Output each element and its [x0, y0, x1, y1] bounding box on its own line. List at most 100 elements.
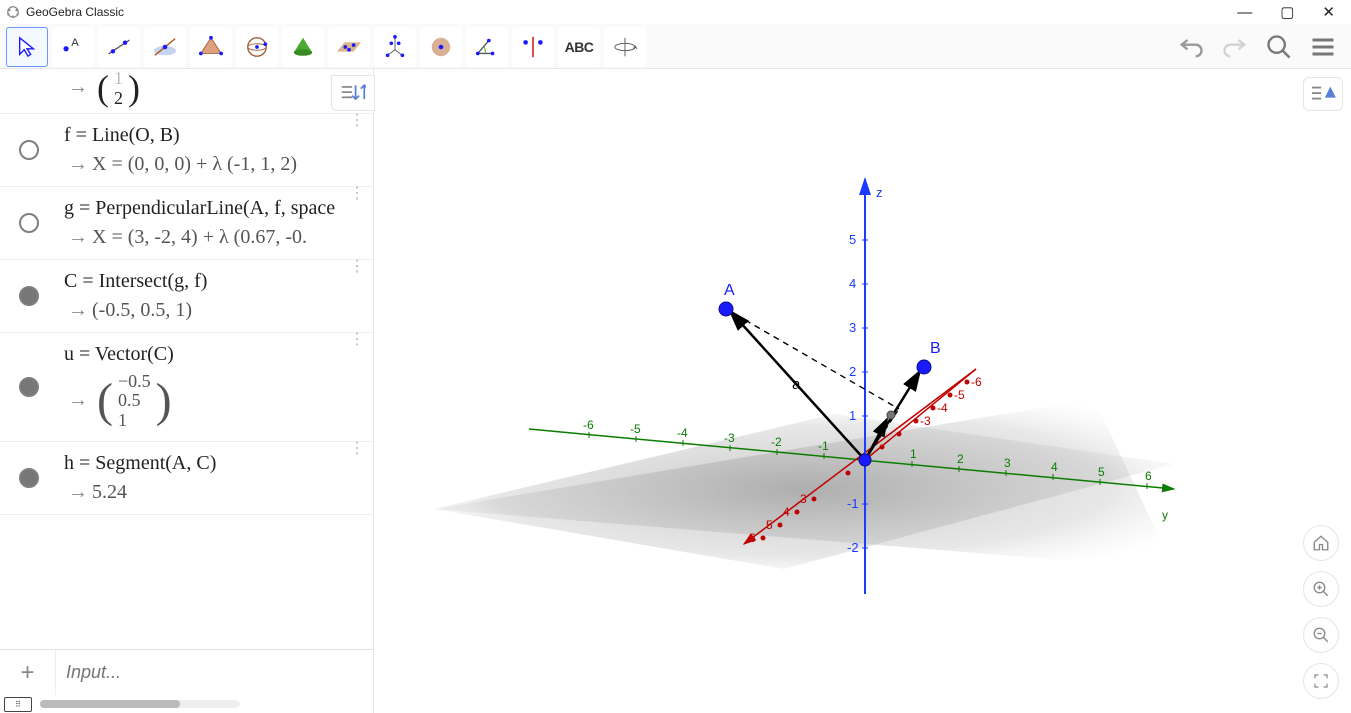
- undo-button[interactable]: [1173, 29, 1209, 65]
- vec-entry: 1: [118, 411, 151, 431]
- def-text: C = Intersect(g, f): [64, 270, 367, 293]
- view-options-button[interactable]: [1303, 77, 1343, 111]
- def-text: g = PerpendicularLine(A, f, space: [64, 197, 367, 220]
- keyboard-icon[interactable]: [4, 697, 32, 712]
- menu-button[interactable]: [1305, 29, 1341, 65]
- sphere-tool[interactable]: [236, 27, 278, 67]
- origin-point[interactable]: [859, 454, 871, 466]
- vector-label: a: [792, 376, 801, 393]
- minimize-button[interactable]: —: [1237, 5, 1252, 20]
- algebra-sort-button[interactable]: [331, 75, 375, 111]
- val-text: X = (0, 0, 0) + λ (-1, 1, 2): [92, 153, 297, 175]
- z-axis-label: z: [876, 185, 883, 200]
- point-C[interactable]: [887, 411, 895, 419]
- home-button[interactable]: [1303, 525, 1339, 561]
- window-controls: — ▢ ✕: [1237, 5, 1345, 20]
- svg-text:-6: -6: [971, 375, 982, 389]
- algebra-item-g[interactable]: ⋮ g = PerpendicularLine(A, f, space →X =…: [0, 187, 373, 260]
- visibility-toggle[interactable]: [19, 377, 39, 397]
- vec-entry: −0.5: [118, 372, 151, 392]
- angle-tool[interactable]: [466, 27, 508, 67]
- svg-text:4: 4: [849, 276, 856, 291]
- def-text: f = Line(O, B): [64, 124, 367, 147]
- horizontal-scrollbar[interactable]: [40, 700, 240, 708]
- line-tool[interactable]: [98, 27, 140, 67]
- svg-text:-1: -1: [847, 496, 859, 511]
- plane-tool[interactable]: [328, 27, 370, 67]
- input-row: +: [0, 649, 373, 695]
- text-tool-label: ABC: [565, 39, 594, 55]
- algebra-view: → ( 12 ) ⋮ f = Line(O, B) →X = (0, 0, 0)…: [0, 69, 374, 713]
- kebab-icon[interactable]: ⋮: [349, 191, 365, 197]
- svg-text:A: A: [71, 37, 79, 49]
- svg-text:-4: -4: [937, 401, 948, 415]
- val-text: 5.24: [92, 481, 127, 503]
- svg-text:-5: -5: [630, 422, 641, 436]
- app-title: GeoGebra Classic: [26, 5, 124, 19]
- add-button[interactable]: +: [0, 650, 56, 695]
- app-logo-icon: [6, 5, 20, 19]
- maximize-button[interactable]: ▢: [1280, 5, 1294, 20]
- pyramid-tool[interactable]: [190, 27, 232, 67]
- close-button[interactable]: ✕: [1322, 5, 1335, 20]
- graphics-3d-view[interactable]: -6 -5 -4 -3 -2 -1 1 2 3 4 5 6 y: [374, 69, 1351, 713]
- svg-text:-6: -6: [583, 418, 594, 432]
- command-input[interactable]: [56, 650, 373, 695]
- visibility-toggle[interactable]: [19, 468, 39, 488]
- point-B[interactable]: [917, 360, 931, 374]
- algebra-item-h[interactable]: ⋮ h = Segment(A, C) →5.24: [0, 442, 373, 515]
- svg-text:6: 6: [1145, 469, 1152, 483]
- svg-text:1: 1: [849, 408, 856, 423]
- svg-text:3: 3: [849, 320, 856, 335]
- svg-text:-2: -2: [847, 540, 859, 555]
- perpendicular-tool[interactable]: [144, 27, 186, 67]
- vector-entry: 2: [114, 89, 123, 109]
- svg-text:-4: -4: [677, 426, 688, 440]
- svg-text:-3: -3: [920, 414, 931, 428]
- kebab-icon[interactable]: ⋮: [349, 118, 365, 124]
- kebab-icon[interactable]: ⋮: [349, 264, 365, 270]
- svg-text:-5: -5: [954, 388, 965, 402]
- svg-text:5: 5: [766, 518, 773, 532]
- search-button[interactable]: [1261, 29, 1297, 65]
- 3d-canvas[interactable]: -6 -5 -4 -3 -2 -1 1 2 3 4 5 6 y: [374, 69, 1351, 713]
- visibility-toggle[interactable]: [19, 213, 39, 233]
- val-text: (-0.5, 0.5, 1): [92, 299, 192, 321]
- zoom-in-button[interactable]: [1303, 571, 1339, 607]
- svg-text:4: 4: [1051, 460, 1058, 474]
- svg-text:5: 5: [849, 232, 856, 247]
- algebra-item-u[interactable]: ⋮ u = Vector(C) → ( −0.5 0.5 1 ): [0, 333, 373, 442]
- cone-tool[interactable]: [282, 27, 324, 67]
- rotate-view-tool[interactable]: [604, 27, 646, 67]
- redo-button[interactable]: [1217, 29, 1253, 65]
- vec-entry: 0.5: [118, 391, 151, 411]
- fullscreen-button[interactable]: [1303, 663, 1339, 699]
- visibility-toggle[interactable]: [19, 140, 39, 160]
- def-text: h = Segment(A, C): [64, 452, 367, 475]
- algebra-item-f[interactable]: ⋮ f = Line(O, B) →X = (0, 0, 0) + λ (-1,…: [0, 114, 373, 187]
- svg-text:-3: -3: [724, 431, 735, 445]
- algebra-item-partial[interactable]: → ( 12 ): [0, 69, 373, 114]
- svg-text:5: 5: [1098, 465, 1105, 479]
- svg-text:-1: -1: [818, 439, 829, 453]
- visibility-toggle[interactable]: [19, 286, 39, 306]
- move-tool[interactable]: [6, 27, 48, 67]
- svg-text:-2: -2: [771, 435, 782, 449]
- zoom-out-button[interactable]: [1303, 617, 1339, 653]
- kebab-icon[interactable]: ⋮: [349, 337, 365, 343]
- point-tool[interactable]: A: [52, 27, 94, 67]
- def-text: u = Vector(C): [64, 343, 367, 366]
- svg-text:3: 3: [1004, 456, 1011, 470]
- reflect-tool[interactable]: [512, 27, 554, 67]
- net-tool[interactable]: [374, 27, 416, 67]
- point-A[interactable]: [719, 302, 733, 316]
- circle-tool[interactable]: [420, 27, 462, 67]
- text-tool[interactable]: ABC: [558, 27, 600, 67]
- kebab-icon[interactable]: ⋮: [349, 446, 365, 452]
- svg-text:2: 2: [957, 452, 964, 466]
- svg-text:3: 3: [800, 492, 807, 506]
- titlebar: GeoGebra Classic — ▢ ✕: [0, 0, 1351, 24]
- toolbar: A ABC: [0, 24, 1351, 68]
- svg-text:2: 2: [849, 364, 856, 379]
- algebra-item-c[interactable]: ⋮ C = Intersect(g, f) →(-0.5, 0.5, 1): [0, 260, 373, 333]
